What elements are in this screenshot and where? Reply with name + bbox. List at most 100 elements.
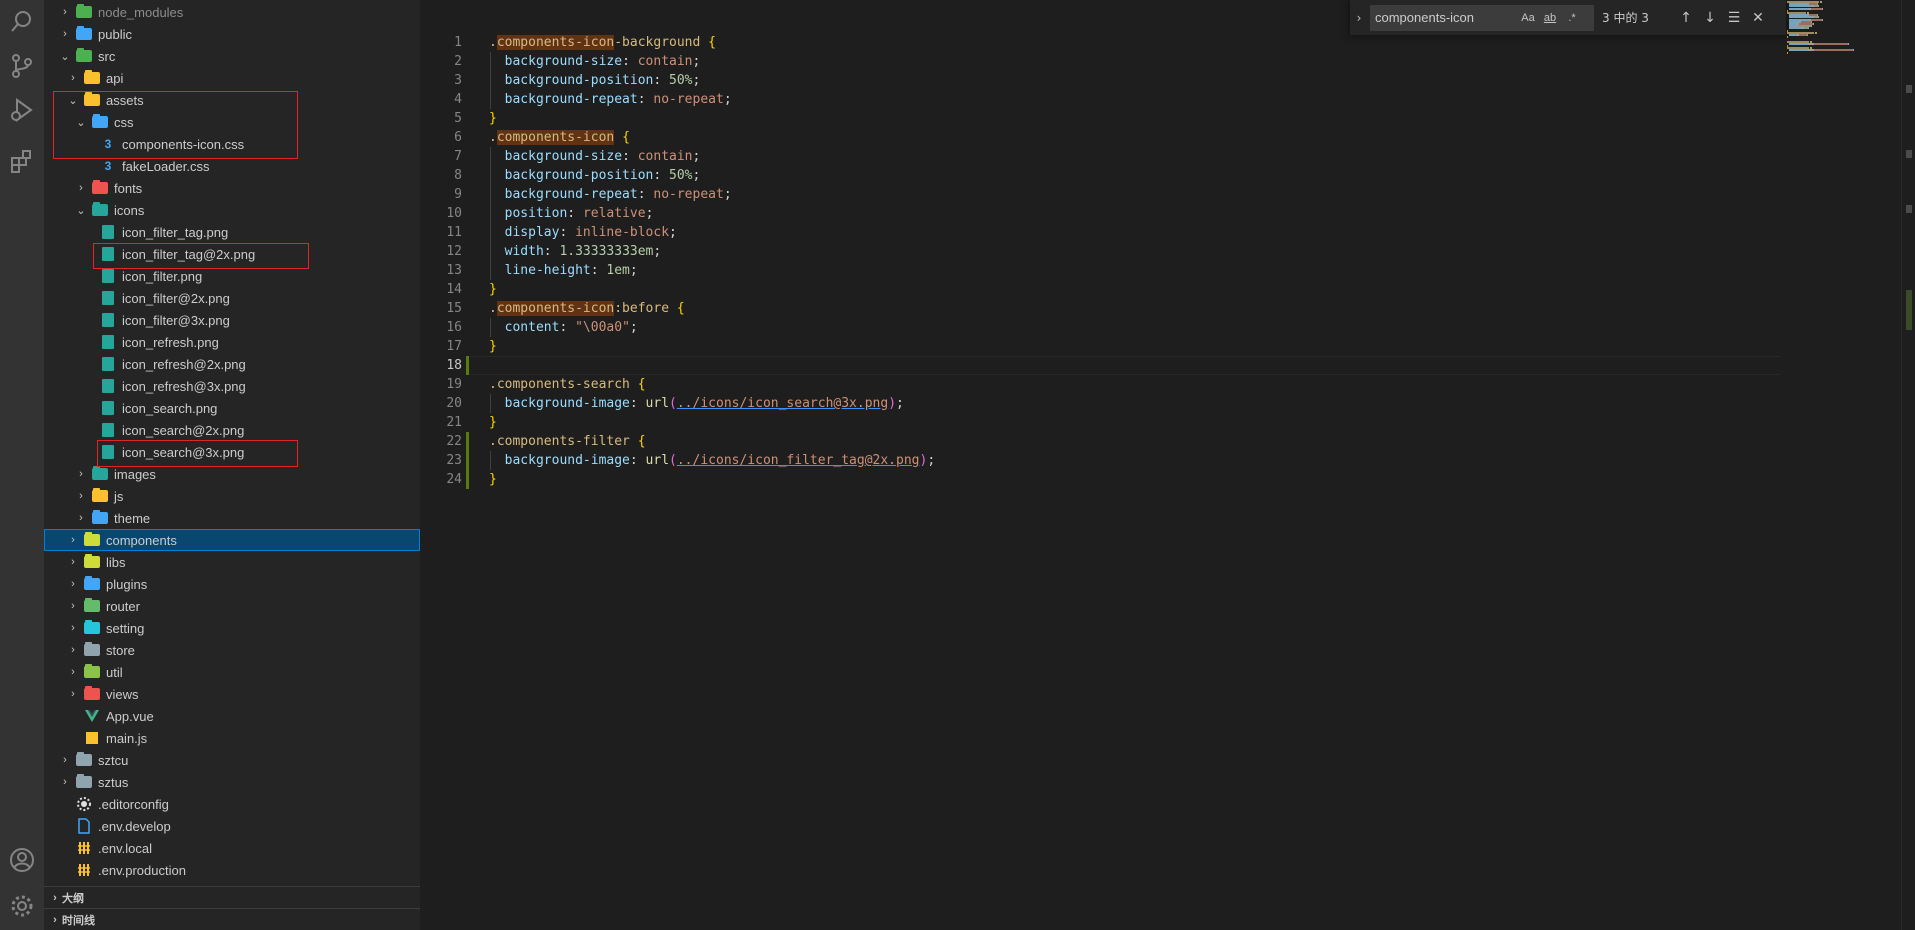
match-case-button[interactable]: Aa — [1517, 12, 1539, 24]
outline-section-header[interactable]: › 大纲 — [44, 886, 420, 909]
find-input[interactable] — [1371, 9, 1517, 26]
code-line[interactable]: 23 background-image: url(../icons/icon_f… — [420, 451, 1780, 470]
code-token: 50% — [669, 168, 693, 183]
tree-file[interactable]: icon_filter.png — [44, 265, 420, 287]
tree-file[interactable]: icon_search.png — [44, 397, 420, 419]
tree-folder[interactable]: › fonts — [44, 177, 420, 199]
tree-folder[interactable]: › public — [44, 23, 420, 45]
tree-folder[interactable]: ⌄ icons — [44, 199, 420, 221]
tree-file[interactable]: .env.local — [44, 837, 420, 859]
code-line[interactable]: 6 .components-icon { — [420, 128, 1780, 147]
code-token: .components-filter — [489, 434, 630, 449]
previous-match-arrow-up-icon[interactable]: ↑ — [1674, 6, 1698, 30]
tree-file[interactable]: icon_refresh.png — [44, 331, 420, 353]
tree-file[interactable]: 3 components-icon.css — [44, 133, 420, 155]
tree-file[interactable]: icon_refresh@2x.png — [44, 353, 420, 375]
code-line[interactable]: 2 background-size: contain; — [420, 52, 1780, 71]
code-line[interactable]: 10 position: relative; — [420, 204, 1780, 223]
tree-folder[interactable]: › sztcu — [44, 749, 420, 771]
tree-file[interactable]: icon_filter@3x.png — [44, 309, 420, 331]
tree-folder[interactable]: › js — [44, 485, 420, 507]
tree-item-label: api — [106, 70, 124, 86]
tree-file[interactable]: icon_search@2x.png — [44, 419, 420, 441]
code-line[interactable]: 24} — [420, 470, 1780, 489]
tree-file[interactable]: .env.develop — [44, 815, 420, 837]
settings-gear-icon[interactable] — [0, 884, 44, 928]
tree-file[interactable]: icon_refresh@3x.png — [44, 375, 420, 397]
code-line[interactable]: 1 .components-icon-background { — [420, 33, 1780, 52]
find-in-selection-icon[interactable]: ☰ — [1722, 6, 1746, 30]
tree-folder[interactable]: › util — [44, 661, 420, 683]
next-match-arrow-down-icon[interactable]: ↓ — [1698, 6, 1722, 30]
tree-file[interactable]: icon_filter@2x.png — [44, 287, 420, 309]
code-line[interactable]: 4 background-repeat: no-repeat; — [420, 90, 1780, 109]
tree-folder[interactable]: ⌄ src — [44, 45, 420, 67]
tree-file[interactable]: App.vue — [44, 705, 420, 727]
code-line[interactable]: 9 background-repeat: no-repeat; — [420, 185, 1780, 204]
tree-file[interactable]: icon_search@3x.png — [44, 441, 420, 463]
tree-file[interactable]: .editorconfig — [44, 793, 420, 815]
account-icon[interactable] — [0, 838, 44, 882]
tree-folder[interactable]: › router — [44, 595, 420, 617]
match-whole-word-button[interactable]: ab — [1539, 12, 1561, 24]
code-line[interactable]: 22 .components-filter { — [420, 432, 1780, 451]
tree-folder[interactable]: › theme — [44, 507, 420, 529]
code-line[interactable]: 8 background-position: 50%; — [420, 166, 1780, 185]
extensions-icon[interactable] — [0, 140, 44, 184]
tree-item-label: views — [106, 686, 139, 702]
minimap-token — [1811, 7, 1823, 10]
code-token: width — [489, 244, 544, 259]
tree-file[interactable]: icon_filter_tag.png — [44, 221, 420, 243]
code-text: background-image: url(../icons/icon_filt… — [489, 451, 936, 470]
tree-file[interactable]: .env.production — [44, 859, 420, 881]
code-line[interactable]: 20 background-image: url(../icons/icon_s… — [420, 394, 1780, 413]
document-file-icon — [76, 818, 92, 834]
tree-item-label: icon_search@3x.png — [122, 444, 245, 460]
tree-folder[interactable]: ⌄ assets — [44, 89, 420, 111]
code-editor[interactable]: 1 .components-icon-background {2 backgrou… — [420, 0, 1915, 930]
code-line[interactable]: 3 background-position: 50%; — [420, 71, 1780, 90]
run-debug-icon[interactable] — [0, 88, 44, 132]
toggle-replace-chevron-icon[interactable]: › — [1350, 0, 1368, 35]
tree-folder[interactable]: › plugins — [44, 573, 420, 595]
code-line[interactable]: 19 .components-search { — [420, 375, 1780, 394]
tree-file[interactable]: 3 fakeLoader.css — [44, 155, 420, 177]
minimap[interactable] — [1787, 0, 1897, 60]
tree-folder[interactable]: › libs — [44, 551, 420, 573]
timeline-section-header[interactable]: › 时间线 — [44, 908, 420, 930]
code-line[interactable]: 15 .components-icon:before { — [420, 299, 1780, 318]
tree-folder[interactable]: › sztus — [44, 771, 420, 793]
code-line[interactable]: 16 content: "\00a0"; — [420, 318, 1780, 337]
source-control-icon[interactable] — [0, 44, 44, 88]
code-line[interactable]: 21} — [420, 413, 1780, 432]
code-line[interactable]: 7 background-size: contain; — [420, 147, 1780, 166]
tree-item-label: icon_filter_tag@2x.png — [122, 246, 256, 262]
use-regex-button[interactable]: .* — [1561, 12, 1583, 24]
tree-folder[interactable]: › images — [44, 463, 420, 485]
tree-file[interactable]: main.js — [44, 727, 420, 749]
tree-folder[interactable]: ⌄ css — [44, 111, 420, 133]
minimap-token — [1811, 18, 1823, 21]
close-icon[interactable]: ✕ — [1746, 6, 1770, 30]
tree-folder[interactable]: › api — [44, 67, 420, 89]
tree-folder[interactable]: › store — [44, 639, 420, 661]
vertical-scrollbar[interactable] — [1901, 0, 1915, 930]
tree-file[interactable]: icon_filter_tag@2x.png — [44, 243, 420, 265]
search-icon[interactable] — [0, 0, 44, 44]
code-line[interactable]: 12 width: 1.33333333em; — [420, 242, 1780, 261]
code-token: { — [637, 434, 646, 449]
code-line[interactable]: 14} — [420, 280, 1780, 299]
code-line[interactable]: 17} — [420, 337, 1780, 356]
tree-folder[interactable]: › components — [44, 529, 420, 551]
code-line[interactable]: 18 — [420, 356, 1780, 375]
code-line[interactable]: 5} — [420, 109, 1780, 128]
tree-folder[interactable]: › setting — [44, 617, 420, 639]
code-token: : — [567, 206, 583, 221]
code-line[interactable]: 11 display: inline-block; — [420, 223, 1780, 242]
code-token: url — [645, 396, 670, 411]
tree-folder[interactable]: › views — [44, 683, 420, 705]
code-line[interactable]: 13 line-height: 1em; — [420, 261, 1780, 280]
chevron-right-icon: › — [63, 6, 67, 18]
tree-folder[interactable]: › node_modules — [44, 1, 420, 23]
